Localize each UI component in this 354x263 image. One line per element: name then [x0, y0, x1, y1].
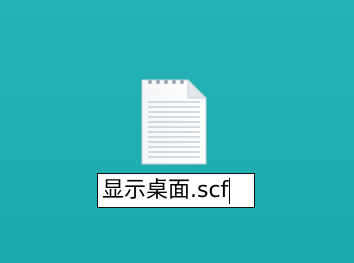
desktop-background[interactable]: 显示桌面.scf — [0, 0, 354, 263]
filename-rename-input[interactable]: 显示桌面.scf — [97, 173, 255, 208]
filename-text[interactable]: 显示桌面.scf — [102, 179, 228, 202]
text-caret — [229, 177, 231, 204]
document-file-icon[interactable] — [136, 74, 212, 166]
